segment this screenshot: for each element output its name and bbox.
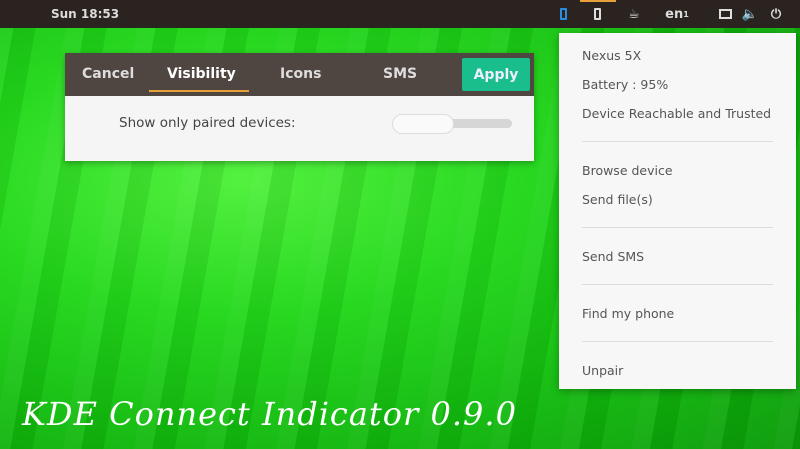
paired-only-toggle[interactable] <box>392 114 512 134</box>
device-name: Nexus 5X <box>582 48 642 63</box>
tab-sms[interactable]: SMS <box>383 66 417 82</box>
paired-only-label: Show only paired devices: <box>119 115 296 131</box>
toggle-knob[interactable] <box>392 114 454 134</box>
send-files-item[interactable]: Send file(s) <box>582 192 653 207</box>
cancel-button[interactable]: Cancel <box>82 66 134 82</box>
tab-visibility[interactable]: Visibility <box>167 66 236 82</box>
browse-device-item[interactable]: Browse device <box>582 163 673 178</box>
active-tab-underline <box>149 90 249 92</box>
clock[interactable]: Sun 18:53 <box>51 7 119 21</box>
settings-dialog: Cancel Visibility Icons SMS Apply Show o… <box>65 53 534 161</box>
active-indicator <box>580 0 616 2</box>
separator <box>582 284 773 285</box>
device-status: Device Reachable and Trusted <box>582 106 772 121</box>
battery-status: Battery : 95% <box>582 77 669 92</box>
separator <box>582 341 773 342</box>
overlay-title: KDE Connect Indicator 0.9.0 <box>22 395 517 433</box>
coffee-icon[interactable]: ☕ <box>626 6 642 22</box>
unpair-item[interactable]: Unpair <box>582 363 623 378</box>
separator <box>582 227 773 228</box>
keyboard-layout-sub: 1 <box>683 9 689 19</box>
kdeconnect-phone-icon[interactable] <box>557 6 569 22</box>
top-bar: Sun 18:53 ☕ en 1 🔈 ⏻ <box>0 0 800 28</box>
keyboard-layout-indicator[interactable]: en 1 <box>665 6 689 22</box>
volume-icon[interactable]: 🔈 <box>742 6 758 22</box>
tab-icons[interactable]: Icons <box>280 66 321 82</box>
separator <box>582 141 773 142</box>
dialog-header: Cancel Visibility Icons SMS Apply <box>65 53 534 96</box>
power-icon[interactable]: ⏻ <box>768 6 784 22</box>
find-phone-item[interactable]: Find my phone <box>582 306 674 321</box>
keyboard-layout-text: en <box>665 6 684 22</box>
send-sms-item[interactable]: Send SMS <box>582 249 644 264</box>
phone-icon[interactable] <box>591 6 603 22</box>
device-menu: Nexus 5X Battery : 95% Device Reachable … <box>559 33 796 389</box>
display-icon[interactable] <box>718 6 733 22</box>
apply-button[interactable]: Apply <box>462 58 530 91</box>
